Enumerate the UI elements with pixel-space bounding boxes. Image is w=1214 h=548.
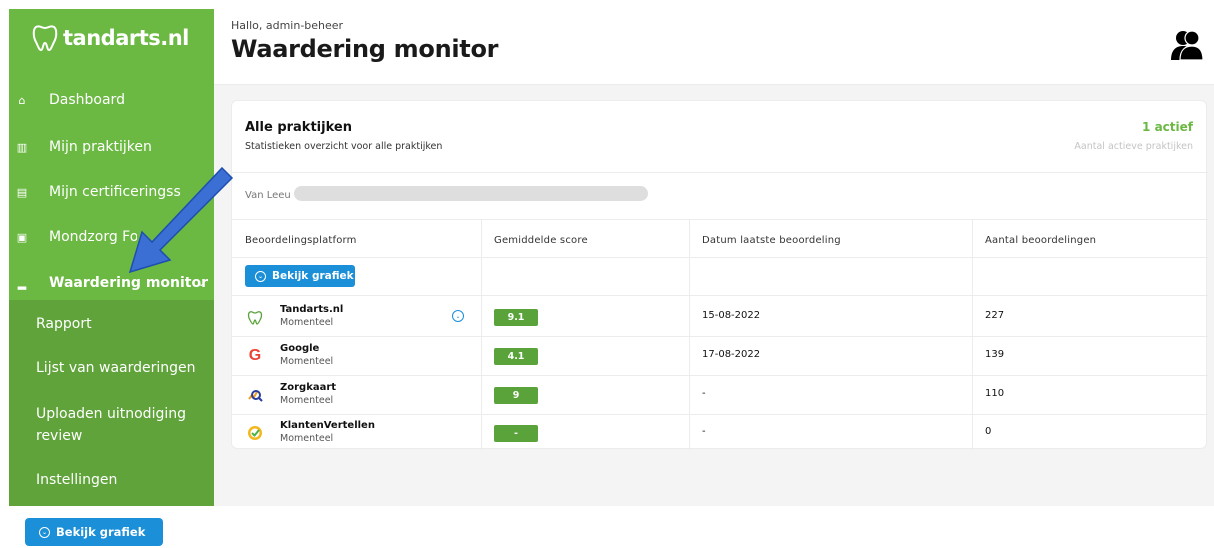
main-content: Alle praktijken Statistieken overzicht v… bbox=[214, 85, 1214, 506]
column-header-count: Aantal beoordelingen bbox=[985, 235, 1097, 246]
header: Hallo, admin-beheer Waardering monitor bbox=[214, 9, 1214, 85]
tandarts-logo-icon bbox=[247, 311, 263, 325]
logo[interactable]: tandarts.nl bbox=[31, 23, 189, 53]
tooth-logo-icon bbox=[32, 25, 58, 52]
platform-name: KlantenVertellen bbox=[280, 420, 375, 431]
last-review-date: - bbox=[702, 388, 706, 399]
home-icon: ⌂ bbox=[18, 93, 26, 107]
card-subtitle: Statistieken overzicht voor alle praktij… bbox=[245, 141, 443, 152]
active-count: 1 actief bbox=[1142, 120, 1193, 134]
score-badge: 9.1 bbox=[494, 309, 538, 326]
score-badge: - bbox=[494, 425, 538, 442]
practice-label: Van Leeu bbox=[245, 190, 291, 201]
document-icon: ▤ bbox=[16, 185, 28, 199]
platform-sub: Momenteel bbox=[280, 317, 334, 328]
score-badge: 9 bbox=[494, 387, 538, 404]
submenu-item-rapport[interactable]: Rapport bbox=[36, 313, 92, 335]
greeting: Hallo, admin-beheer bbox=[231, 19, 344, 32]
submenu-item-instellingen[interactable]: Instellingen bbox=[36, 469, 117, 491]
platform-name: Google bbox=[280, 343, 320, 354]
platform-sub: Momenteel bbox=[280, 395, 334, 406]
annotation-arrow-icon bbox=[128, 166, 234, 274]
platform-sub: Momenteel bbox=[280, 433, 334, 444]
review-count: 227 bbox=[985, 310, 1005, 321]
chevron-circle-icon: ⌄ bbox=[255, 270, 266, 282]
sidebar-item-label: Mijn praktijken bbox=[49, 139, 152, 155]
divider bbox=[232, 257, 1208, 258]
active-count-label: Aantal actieve praktijken bbox=[1074, 141, 1193, 152]
chevron-circle-icon: ⌄ bbox=[39, 526, 50, 538]
page-title: Waardering monitor bbox=[231, 35, 499, 63]
table-row: G Google Momenteel 4.1 17-08-2022 139 bbox=[232, 337, 1208, 375]
last-review-date: 17-08-2022 bbox=[702, 349, 761, 360]
divider bbox=[232, 295, 1208, 296]
last-review-date: - bbox=[702, 426, 706, 437]
practices-card: Alle praktijken Statistieken overzicht v… bbox=[231, 100, 1208, 452]
column-divider bbox=[972, 219, 973, 450]
table-row: Tandarts.nl Momenteel ⌄ 9.1 15-08-2022 2… bbox=[232, 298, 1208, 336]
last-review-date: 15-08-2022 bbox=[702, 310, 761, 321]
zorgkaart-icon bbox=[248, 390, 263, 402]
review-count: 139 bbox=[985, 349, 1005, 360]
klantenvertellen-icon bbox=[248, 426, 262, 440]
view-chart-button[interactable]: ⌄ Bekijk grafiek bbox=[245, 265, 355, 287]
submenu-item-lijst-van-waarderingen[interactable]: Lijst van waarderingen bbox=[36, 357, 196, 379]
button-label: Bekijk grafiek bbox=[56, 525, 146, 539]
submenu-item-uploaden-uitnodiging-review[interactable]: Uploaden uitnodiging review bbox=[36, 403, 186, 447]
table-row: KlantenVertellen Momenteel - - 0 bbox=[232, 414, 1208, 452]
column-header-score: Gemiddelde score bbox=[494, 235, 588, 246]
submenu: Rapport Lijst van waarderingen Uploaden … bbox=[9, 300, 214, 506]
user-avatar-icon[interactable] bbox=[1170, 27, 1204, 61]
sidebar-item-dashboard[interactable]: ⌂ Dashboard bbox=[9, 80, 214, 120]
expand-icon[interactable]: ⌄ bbox=[452, 310, 464, 322]
column-divider bbox=[481, 219, 482, 450]
column-divider bbox=[689, 219, 690, 450]
app-frame: tandarts.nl ⌂ Dashboard ▥ Mijn praktijke… bbox=[0, 0, 1214, 506]
calendar-icon: ▣ bbox=[16, 230, 28, 244]
platform-name: Tandarts.nl bbox=[280, 304, 344, 315]
button-label: Bekijk grafiek bbox=[272, 270, 354, 282]
table-row: Zorgkaart Momenteel 9 - 110 bbox=[232, 376, 1208, 414]
review-count: 0 bbox=[985, 426, 992, 437]
column-header-platform: Beoordelingsplatform bbox=[245, 235, 357, 246]
divider bbox=[232, 172, 1208, 173]
card-title: Alle praktijken bbox=[245, 120, 352, 135]
bar-chart-icon: ▂ bbox=[17, 276, 27, 290]
score-badge: 4.1 bbox=[494, 348, 538, 365]
platform-sub: Momenteel bbox=[280, 356, 334, 367]
column-header-date: Datum laatste beoordeling bbox=[702, 235, 841, 246]
logo-text: tandarts.nl bbox=[63, 26, 189, 50]
platform-name: Zorgkaart bbox=[280, 382, 337, 393]
review-count: 110 bbox=[985, 388, 1005, 399]
divider bbox=[232, 219, 1208, 220]
building-icon: ▥ bbox=[16, 140, 28, 154]
bottom-view-chart-button[interactable]: ⌄ Bekijk grafiek bbox=[25, 518, 163, 546]
practice-name-redacted bbox=[294, 186, 648, 201]
google-icon: G bbox=[248, 347, 262, 364]
sidebar-item-label: Dashboard bbox=[49, 92, 125, 108]
